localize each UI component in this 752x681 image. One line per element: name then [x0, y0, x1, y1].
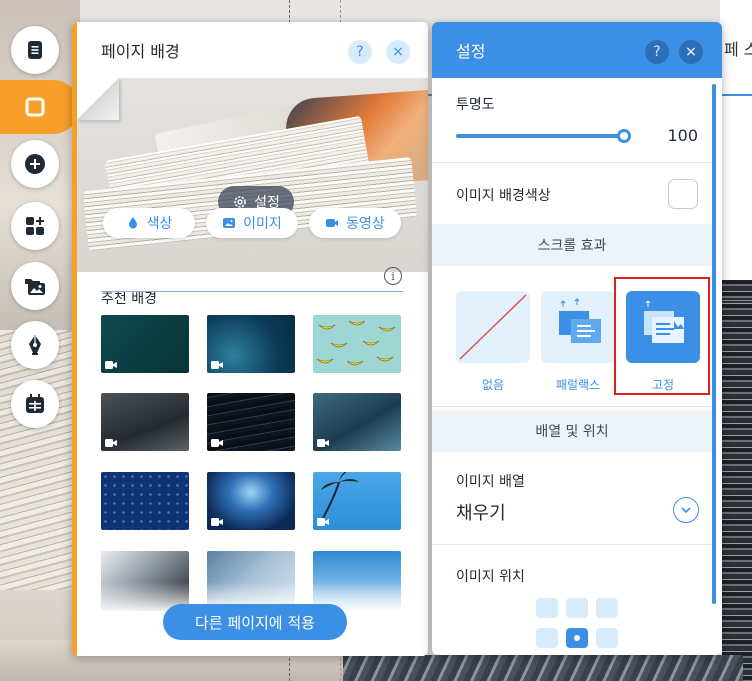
divider [432, 544, 712, 545]
image-layout-value[interactable]: 채우기 [456, 499, 506, 525]
background-thumbnail[interactable] [101, 315, 189, 373]
background-thumbnail[interactable] [313, 315, 401, 373]
opacity-label: 투명도 [456, 97, 495, 113]
position-top-right[interactable] [596, 598, 618, 618]
background-thumbnail[interactable] [207, 393, 295, 451]
scroll-effect-header: 스크롤 효과 [432, 224, 712, 266]
video-badge-icon [211, 439, 223, 447]
position-bottom-right[interactable] [596, 628, 618, 648]
page-background-panel: 페이지 배경 ? × 설정 색상 이미지 동영상 추천 배경 i 다른 페이지에… [72, 22, 428, 656]
add-button[interactable] [11, 140, 59, 188]
apply-to-other-pages-button[interactable]: 다른 페이지에 적용 [163, 604, 347, 640]
section-underline [101, 291, 403, 292]
divider [432, 162, 712, 163]
banana-pattern [316, 320, 396, 366]
position-top-left[interactable] [536, 598, 558, 618]
canvas-bottom-image [343, 655, 743, 681]
help-icon: ? [356, 44, 364, 60]
media-icon [25, 279, 45, 295]
close-button[interactable]: × [386, 40, 410, 64]
bookings-calendar-icon [26, 394, 44, 413]
video-type-button[interactable]: 동영상 [309, 208, 401, 238]
position-top-center[interactable] [566, 598, 588, 618]
settings-title: 설정 [456, 42, 486, 61]
bookings-button[interactable] [11, 380, 59, 428]
background-thumbnail[interactable] [313, 472, 401, 530]
settings-close-button[interactable]: × [679, 40, 703, 64]
opacity-value[interactable]: 100 [652, 126, 698, 145]
background-preview[interactable]: 설정 [77, 78, 428, 272]
chevron-down-icon [681, 507, 691, 514]
highlight-annotation-box [614, 277, 710, 395]
settings-panel: 설정 ? × 투명도 100 이미지 배경색상 스크롤 효과 없음 패럴랙스 고… [432, 22, 722, 655]
video-badge-icon [211, 518, 223, 526]
settings-header: 설정 ? × [432, 22, 722, 78]
scroll-effect-none[interactable] [456, 291, 530, 363]
blog-button[interactable] [11, 321, 59, 369]
droplet-icon [128, 217, 137, 229]
media-button[interactable] [11, 262, 59, 310]
none-slash-icon [459, 294, 527, 360]
scroll-effect-none-label: 없음 [481, 378, 505, 392]
color-type-button[interactable]: 색상 [103, 208, 195, 238]
position-bottom-center[interactable] [566, 628, 588, 648]
bg-color-label: 이미지 배경색상 [456, 188, 551, 204]
background-thumbnail[interactable] [207, 315, 295, 373]
video-badge-icon [211, 361, 223, 369]
background-thumbnail[interactable] [313, 393, 401, 451]
panel-title: 페이지 배경 [101, 42, 180, 61]
canvas-right-image [722, 280, 752, 681]
video-badge-icon [317, 439, 329, 447]
settings-help-button[interactable]: ? [645, 40, 669, 64]
video-badge-icon [317, 518, 329, 526]
page-title-fragment: 페 스 [724, 40, 752, 59]
divider [432, 406, 712, 407]
background-button[interactable] [11, 83, 59, 131]
info-icon[interactable]: i [384, 267, 402, 285]
image-type-label: 이미지 [243, 216, 282, 232]
bg-color-swatch[interactable] [668, 179, 698, 209]
close-icon: × [392, 44, 404, 60]
background-thumbnail[interactable] [207, 472, 295, 530]
scrollbar[interactable] [712, 84, 716, 604]
background-icon [25, 97, 45, 117]
pages-icon [28, 41, 42, 59]
blog-pen-icon [29, 335, 41, 355]
video-badge-icon [105, 439, 117, 447]
page-curl-decoration [77, 78, 119, 120]
panel-header: 페이지 배경 ? × [77, 22, 428, 78]
image-position-label: 이미지 위치 [456, 569, 525, 585]
background-thumbnail[interactable] [101, 393, 189, 451]
image-layout-dropdown[interactable] [673, 497, 699, 523]
add-apps-icon [26, 217, 44, 235]
scroll-effect-parallax-label: 패럴랙스 [555, 378, 601, 392]
add-apps-button[interactable] [11, 202, 59, 250]
layout-position-header: 배열 및 위치 [432, 410, 712, 452]
image-type-button[interactable]: 이미지 [206, 208, 298, 238]
video-badge-icon [105, 361, 117, 369]
help-button[interactable]: ? [348, 40, 372, 64]
canvas-divider [722, 300, 752, 301]
canvas-magazine-image [0, 330, 80, 590]
pages-button[interactable] [11, 26, 59, 74]
opacity-slider[interactable] [456, 134, 624, 138]
background-thumbnail[interactable] [101, 472, 189, 530]
scroll-effect-parallax[interactable] [541, 291, 615, 363]
opacity-slider-handle[interactable] [617, 129, 631, 143]
video-type-label: 동영상 [346, 216, 385, 232]
image-layout-label: 이미지 배열 [456, 474, 525, 490]
color-type-label: 색상 [146, 216, 173, 232]
help-icon: ? [653, 44, 661, 60]
add-icon [25, 154, 45, 174]
image-icon [223, 218, 236, 228]
parallax-icon [559, 298, 601, 343]
video-camera-icon [326, 219, 339, 227]
position-bottom-left[interactable] [536, 628, 558, 648]
close-icon: × [685, 44, 697, 60]
